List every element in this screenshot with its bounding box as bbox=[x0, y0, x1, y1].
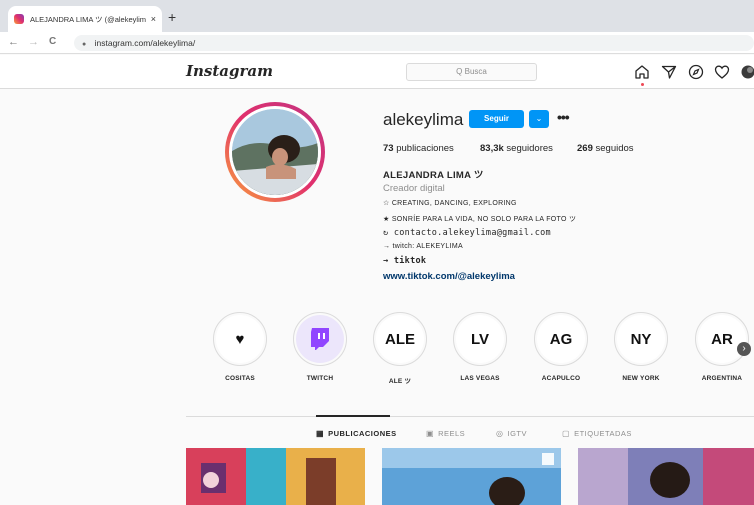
highlight-cover: ♥ bbox=[213, 312, 267, 366]
activity-heart-icon[interactable] bbox=[714, 64, 730, 80]
following-label: seguidos bbox=[595, 143, 634, 154]
direct-message-icon[interactable] bbox=[661, 64, 677, 80]
highlight-cover-text: LV bbox=[456, 315, 504, 363]
posts-label: publicaciones bbox=[396, 143, 454, 154]
post-thumbnail[interactable] bbox=[186, 448, 365, 505]
bio-line: ★ SONRÍE PARA LA VIDA, NO SOLO PARA LA F… bbox=[383, 216, 577, 223]
profile-photo-image bbox=[232, 109, 318, 195]
tab-label: IGTV bbox=[507, 429, 527, 438]
highlight-ale[interactable]: ALE ALE ツ bbox=[372, 312, 428, 385]
profile-picture-ring[interactable] bbox=[225, 102, 325, 202]
highlight-label: COSITAS bbox=[225, 375, 255, 382]
tab-title: ALEJANDRA LIMA ツ (@alekeylim bbox=[30, 14, 146, 24]
home-icon[interactable] bbox=[634, 64, 650, 80]
bio-line: ☆ CREATING, DANCING, EXPLORING bbox=[383, 200, 517, 207]
instagram-header: Instagram Q Busca bbox=[0, 55, 754, 89]
highlight-cover-text: NY bbox=[617, 315, 665, 363]
profile-website-link[interactable]: www.tiktok.com/@alekeylima bbox=[383, 271, 515, 282]
search-input[interactable]: Q Busca bbox=[406, 63, 537, 81]
highlight-label: NEW YORK bbox=[622, 375, 660, 382]
bio-line: → tiktok bbox=[383, 256, 427, 266]
highlight-twitch[interactable]: TWITCH bbox=[292, 312, 348, 382]
browser-tab-strip: ALEJANDRA LIMA ツ (@alekeylim × + bbox=[0, 0, 754, 32]
highlight-cover-text: AR bbox=[698, 315, 746, 363]
followers-label: seguidores bbox=[506, 143, 553, 154]
active-tab-indicator bbox=[316, 415, 390, 417]
more-options-button[interactable]: ••• bbox=[557, 109, 570, 125]
browser-tab[interactable]: ALEJANDRA LIMA ツ (@alekeylim × bbox=[8, 6, 162, 32]
highlight-cover: LV bbox=[453, 312, 507, 366]
highlight-label: ARGENTINA bbox=[701, 375, 743, 382]
lock-icon: ● bbox=[82, 41, 87, 48]
highlight-label: LAS VEGAS bbox=[460, 375, 500, 382]
notification-dot bbox=[641, 83, 644, 86]
bio-line: → twitch: ALEKEYLIMA bbox=[383, 243, 463, 250]
highlight-new-york[interactable]: NY NEW YORK bbox=[613, 312, 669, 382]
suggested-accounts-chevron-down-icon[interactable]: ⌄ bbox=[529, 110, 549, 128]
instagram-logo[interactable]: Instagram bbox=[186, 62, 273, 80]
twitch-logo-icon bbox=[311, 328, 329, 350]
profile-category: Creador digital bbox=[383, 183, 445, 194]
highlight-cover: NY bbox=[614, 312, 668, 366]
highlight-acapulco[interactable]: AG ACAPULCO bbox=[533, 312, 589, 382]
tabs-divider bbox=[186, 416, 754, 417]
back-button[interactable]: ← bbox=[8, 36, 19, 48]
highlight-cover-text: ALE bbox=[376, 315, 424, 363]
browser-toolbar: ← → C ● instagram.com/alekeylima/ bbox=[0, 32, 754, 54]
highlight-cositas[interactable]: ♥ COSITAS bbox=[212, 312, 268, 382]
tab-label: ETIQUETADAS bbox=[574, 429, 632, 438]
following-count: 269 bbox=[577, 143, 593, 154]
forward-button[interactable]: → bbox=[28, 36, 39, 48]
highlight-label: ACAPULCO bbox=[541, 375, 581, 382]
highlight-cover: AG bbox=[534, 312, 588, 366]
tab-reels[interactable]: ▣ REELS bbox=[426, 429, 465, 438]
address-bar[interactable]: ● instagram.com/alekeylima/ bbox=[74, 35, 754, 51]
post-image bbox=[186, 448, 365, 505]
close-tab-icon[interactable]: × bbox=[151, 14, 156, 24]
reels-icon: ▣ bbox=[426, 429, 435, 438]
posts-stat: 73 publicaciones bbox=[383, 143, 454, 154]
heart-icon: ♥ bbox=[216, 315, 264, 363]
highlight-label: TWITCH bbox=[306, 375, 334, 382]
highlight-label: ALE ツ bbox=[388, 378, 412, 385]
posts-count: 73 bbox=[383, 143, 394, 154]
highlight-cover bbox=[293, 312, 347, 366]
highlight-cover: ALE bbox=[373, 312, 427, 366]
highlight-cover-text: AG bbox=[537, 315, 585, 363]
post-thumbnail[interactable] bbox=[382, 448, 561, 505]
post-image bbox=[578, 448, 754, 505]
reload-button[interactable]: C bbox=[49, 36, 56, 47]
profile-full-name: ALEJANDRA LIMA ツ bbox=[383, 170, 484, 181]
igtv-icon: ◎ bbox=[496, 429, 504, 438]
instagram-favicon-icon bbox=[14, 14, 24, 24]
tab-publicaciones[interactable]: ▦ PUBLICACIONES bbox=[316, 429, 397, 438]
followers-stat[interactable]: 83,3k seguidores bbox=[480, 143, 553, 154]
tab-label: REELS bbox=[438, 429, 466, 438]
post-thumbnail[interactable] bbox=[578, 448, 754, 505]
highlight-las-vegas[interactable]: LV LAS VEGAS bbox=[452, 312, 508, 382]
following-stat[interactable]: 269 seguidos bbox=[577, 143, 634, 154]
profile-avatar-icon[interactable] bbox=[740, 64, 754, 80]
grid-icon: ▦ bbox=[316, 429, 325, 438]
follow-button[interactable]: Seguir bbox=[469, 110, 524, 128]
new-tab-button[interactable]: + bbox=[168, 9, 176, 25]
tagged-icon: ▢ bbox=[562, 429, 571, 438]
profile-username: alekeylima bbox=[383, 110, 464, 129]
highlight-cover: AR bbox=[695, 312, 749, 366]
highlights-next-chevron-icon[interactable]: › bbox=[737, 342, 751, 356]
followers-count: 83,3k bbox=[480, 143, 504, 154]
tab-igtv[interactable]: ◎ IGTV bbox=[496, 429, 527, 438]
bio-email-line: ↻ contacto.alekeylima@gmail.com bbox=[383, 228, 551, 238]
profile-picture[interactable] bbox=[229, 106, 321, 198]
post-image bbox=[382, 448, 561, 505]
tab-label: PUBLICACIONES bbox=[328, 429, 397, 438]
tab-etiquetadas[interactable]: ▢ ETIQUETADAS bbox=[562, 429, 632, 438]
explore-compass-icon[interactable] bbox=[688, 64, 704, 80]
url-text: instagram.com/alekeylima/ bbox=[94, 38, 196, 48]
